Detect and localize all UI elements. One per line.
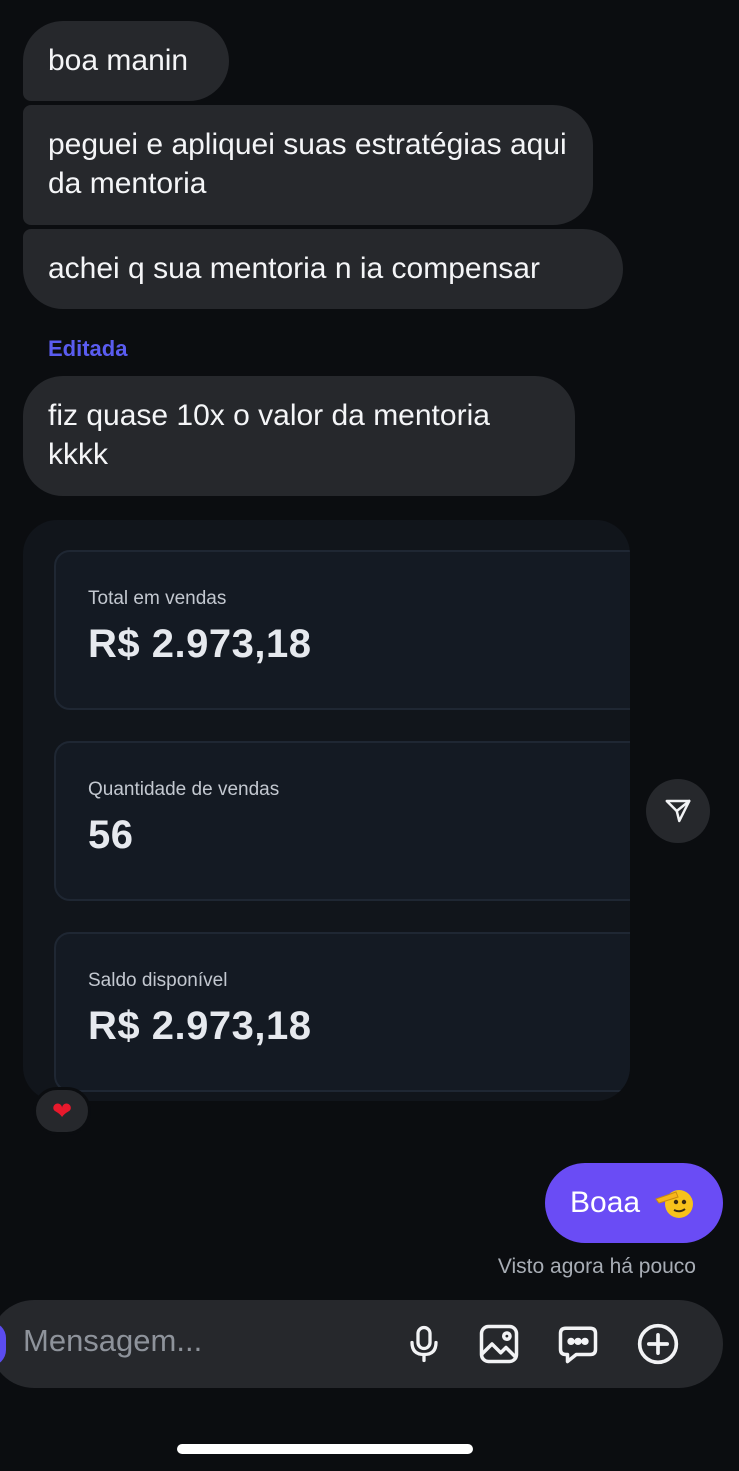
plus-icon [637,1323,679,1365]
message-text: boa manin [48,44,189,77]
message-text: fiz quase 10x o valor da mentoria kkkk [48,399,490,471]
message-bubble[interactable]: boa manin [23,21,229,101]
message-input[interactable]: Mensagem... [23,1323,202,1359]
stat-card-total-sales: Total em vendas R$ 2.973,18 [54,550,630,710]
heart-icon: ❤ [51,1097,73,1125]
message-text: achei q sua mentoria n ia compensar [48,252,540,285]
more-button[interactable] [634,1320,682,1368]
sticker-icon [558,1326,598,1364]
gallery-button[interactable] [475,1320,523,1368]
edited-label: Editada [48,336,128,361]
seen-status: Visto agora há pouco [497,1255,696,1278]
image-icon [479,1324,519,1364]
microphone-button[interactable] [400,1320,448,1368]
message-text: Boaa [570,1186,641,1219]
message-text: peguei e apliquei suas estratégias aqui … [48,128,567,200]
reaction-badge[interactable]: ❤ [33,1087,91,1135]
message-composer: Mensagem... [0,1300,723,1388]
stat-label: Total em vendas [88,588,227,609]
stat-label: Saldo disponível [88,970,228,991]
message-bubble[interactable]: peguei e apliquei suas estratégias aqui … [23,105,593,225]
sticker-button[interactable] [554,1320,602,1368]
camera-button[interactable] [0,1322,6,1366]
stat-card-available-balance: Saldo disponível R$ 2.973,18 [54,932,630,1092]
stat-value: R$ 2.973,18 [88,622,312,666]
message-bubble[interactable]: achei q sua mentoria n ia compensar [23,229,623,309]
microphone-icon [410,1325,438,1363]
message-bubble-outgoing[interactable]: Boaa [545,1163,723,1243]
stat-value: 56 [88,813,134,857]
share-button[interactable] [646,779,710,843]
stat-value: R$ 2.973,18 [88,1004,312,1048]
stat-label: Quantidade de vendas [88,779,280,800]
saluting-face-icon [654,1186,694,1220]
message-bubble[interactable]: fiz quase 10x o valor da mentoria kkkk [23,376,575,496]
stat-card-sales-quantity: Quantidade de vendas 56 [54,741,630,901]
home-indicator[interactable] [177,1444,473,1454]
shared-screenshot[interactable]: Total em vendas R$ 2.973,18 Quantidade d… [23,520,630,1101]
send-icon [665,799,691,823]
